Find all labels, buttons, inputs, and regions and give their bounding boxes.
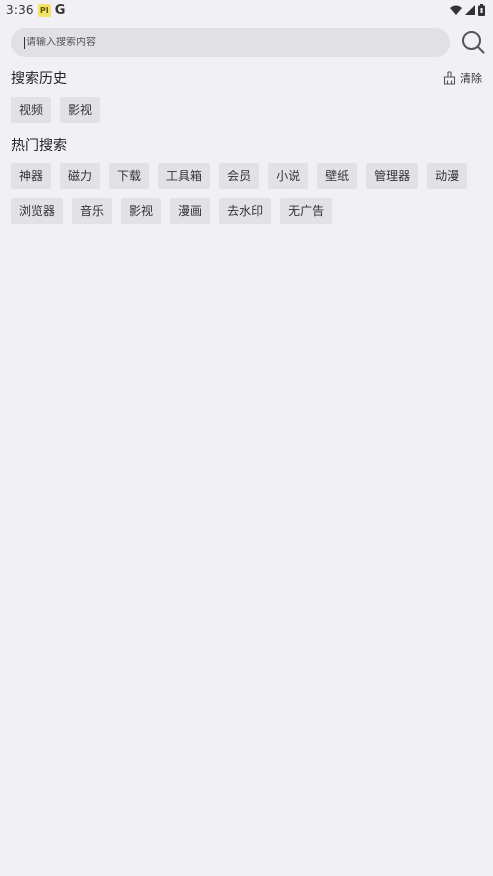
hot-chip[interactable]: 小说 <box>268 163 309 189</box>
history-chip[interactable]: 影视 <box>60 97 101 123</box>
search-box[interactable] <box>11 28 450 57</box>
hot-chip[interactable]: 音乐 <box>72 198 113 224</box>
hot-chip[interactable]: 浏览器 <box>11 198 64 224</box>
history-title: 搜索历史 <box>11 71 67 87</box>
search-row <box>11 28 485 57</box>
search-icon <box>462 31 485 54</box>
status-bar: 3:36 PI G <box>0 0 493 20</box>
hot-chip[interactable]: 会员 <box>219 163 260 189</box>
hot-chip[interactable]: 工具箱 <box>158 163 211 189</box>
hot-chip[interactable]: 壁纸 <box>317 163 358 189</box>
status-time: 3:36 <box>6 3 34 17</box>
wifi-icon <box>450 5 462 15</box>
hot-chip[interactable]: 神器 <box>11 163 52 189</box>
clear-history-button[interactable]: 清除 <box>443 70 482 86</box>
notification-badge-icon: PI <box>37 3 51 17</box>
hot-chip[interactable]: 去水印 <box>219 198 272 224</box>
history-list: 视频 影视 <box>11 97 109 123</box>
hot-chip[interactable]: 无广告 <box>280 198 333 224</box>
hot-search-row-1: 神器 磁力 下载 工具箱 会员 小说 壁纸 管理器 动漫 <box>11 163 476 189</box>
hot-chip[interactable]: 下载 <box>109 163 150 189</box>
google-icon: G <box>54 2 66 18</box>
hot-search-title: 热门搜索 <box>11 138 67 154</box>
status-right <box>450 4 485 16</box>
hot-chip[interactable]: 漫画 <box>170 198 211 224</box>
history-chip[interactable]: 视频 <box>11 97 52 123</box>
hot-chip[interactable]: 管理器 <box>366 163 419 189</box>
signal-icon <box>465 5 475 15</box>
hot-chip[interactable]: 动漫 <box>427 163 468 189</box>
battery-icon <box>478 4 485 16</box>
hot-chip[interactable]: 影视 <box>121 198 162 224</box>
clear-label: 清除 <box>460 72 482 85</box>
hot-chip[interactable]: 磁力 <box>60 163 101 189</box>
text-caret <box>24 36 25 49</box>
status-left: 3:36 PI G <box>6 3 65 18</box>
search-button[interactable] <box>460 29 486 55</box>
hot-search-row-2: 浏览器 音乐 影视 漫画 去水印 无广告 <box>11 198 341 224</box>
broom-icon <box>443 71 456 85</box>
search-input[interactable] <box>26 37 406 48</box>
